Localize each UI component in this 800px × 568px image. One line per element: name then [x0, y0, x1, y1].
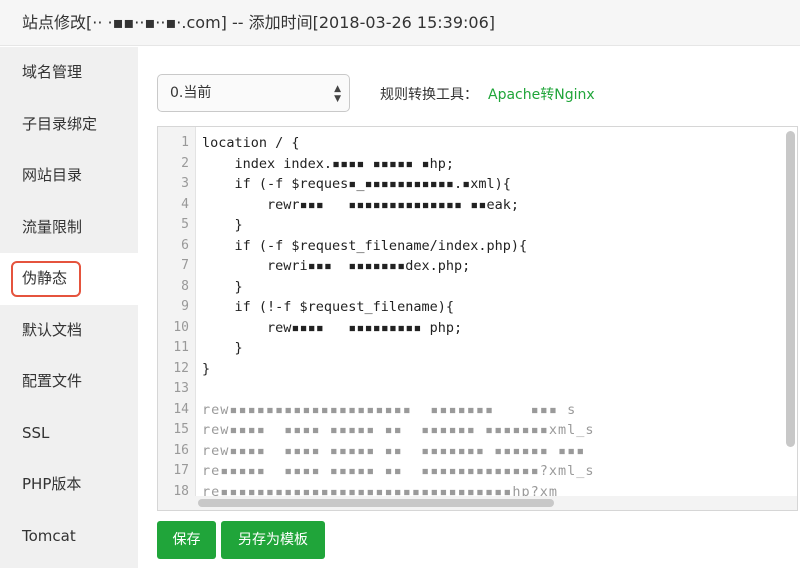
save-button[interactable]: 保存 — [157, 521, 216, 559]
code-editor[interactable]: 1 2 3 4 5 6 7 8 9 10 11 12 13 14 15 16 1… — [157, 126, 798, 511]
sidebar-item-subdir[interactable]: 子目录绑定 — [0, 99, 138, 151]
sidebar-item-domain[interactable]: 域名管理 — [0, 47, 138, 99]
line-number: 7 — [181, 258, 189, 273]
dialog-title: 站点修改[·· ·▪▪··▪··▪·.com] -- 添加时间[2018-03-… — [0, 0, 800, 46]
sidebar: 域名管理 子目录绑定 网站目录 流量限制 伪静态 默认文档 配置文件 SSL P… — [0, 47, 138, 568]
line-number: 5 — [181, 217, 189, 232]
sidebar-item-label: 默认文档 — [22, 320, 83, 339]
select-value: 0.当前 — [170, 85, 212, 101]
sidebar-item-label: 配置文件 — [22, 372, 83, 390]
code-line: if (-f $reques▪_▪▪▪▪▪▪▪▪▪▪▪.▪xml){ — [202, 176, 511, 192]
line-number: 6 — [181, 237, 189, 253]
highlight-box — [11, 261, 81, 297]
sidebar-item-label: 流量限制 — [22, 217, 83, 236]
line-number: 15 — [173, 422, 189, 437]
sidebar-item-default-doc[interactable]: 默认文档 — [0, 305, 138, 357]
converter-label: 规则转换工具： — [380, 87, 478, 103]
line-number: 4 — [181, 196, 189, 212]
code-line: if (-f $request_filename/index.php){ — [202, 237, 528, 254]
code-line: } — [202, 278, 243, 295]
line-number: 11 — [173, 340, 189, 355]
code-line: location / { — [202, 135, 300, 151]
line-number: 2 — [181, 155, 189, 171]
rewrite-rule-select[interactable]: 0.当前 ▲ ▼ — [157, 74, 350, 112]
sidebar-item-tomcat[interactable]: Tomcat — [0, 511, 138, 563]
line-number: 8 — [181, 278, 189, 294]
sidebar-item-site-dir[interactable]: 网站目录 — [0, 150, 138, 202]
sidebar-item-ssl[interactable]: SSL — [0, 408, 138, 460]
code-line: } — [202, 360, 211, 377]
save-as-template-button[interactable]: 另存为模板 — [221, 521, 325, 559]
code-line: re▪▪▪▪▪ ▪▪▪▪ ▪▪▪▪▪ ▪▪ ▪▪▪▪▪▪▪▪▪▪▪▪▪?xml_… — [202, 463, 595, 479]
line-number: 16 — [173, 442, 189, 458]
line-number: 1 — [181, 135, 189, 150]
sidebar-item-label: 网站目录 — [22, 166, 83, 184]
sidebar-item-traffic[interactable]: 流量限制 — [0, 202, 138, 254]
line-number: 12 — [173, 360, 189, 376]
code-content[interactable]: location / { index index.▪▪▪▪ ▪▪▪▪▪ ▪hp;… — [202, 133, 783, 502]
sidebar-item-label: 域名管理 — [22, 63, 83, 81]
sidebar-item-config[interactable]: 配置文件 — [0, 356, 138, 408]
sidebar-item-label: Tomcat — [22, 526, 76, 545]
sidebar-item-label: PHP版本 — [22, 475, 82, 493]
code-line: } — [202, 340, 243, 356]
line-number: 3 — [181, 176, 189, 191]
code-line: rewr▪▪▪ ▪▪▪▪▪▪▪▪▪▪▪▪▪▪ ▪▪eak; — [202, 196, 519, 213]
sidebar-item-php-version[interactable]: PHP版本 — [0, 459, 138, 511]
sidebar-item-rewrite[interactable]: 伪静态 — [0, 253, 138, 305]
code-line: rew▪▪▪▪ ▪▪▪▪ ▪▪▪▪▪ ▪▪ ▪▪▪▪▪▪▪ ▪▪▪▪▪▪ ▪▪▪ — [202, 442, 586, 459]
code-line: rew▪▪▪▪ ▪▪▪▪ ▪▪▪▪▪ ▪▪ ▪▪▪▪▪▪ ▪▪▪▪▪▪▪xml_… — [202, 422, 595, 438]
line-number: 9 — [181, 299, 189, 314]
code-line: rew▪▪▪▪▪▪▪▪▪▪▪▪▪▪▪▪▪▪▪▪ ▪▪▪▪▪▪▪ ▪▪▪ s — [202, 401, 577, 418]
line-number: 14 — [173, 401, 189, 417]
code-line: } — [202, 217, 243, 233]
line-number: 17 — [173, 463, 189, 478]
apache-to-nginx-link[interactable]: Apache转Nginx — [488, 84, 595, 104]
line-number-gutter: 1 2 3 4 5 6 7 8 9 10 11 12 13 14 15 16 1… — [158, 127, 196, 510]
code-line: if (!-f $request_filename){ — [202, 299, 454, 315]
chevron-updown-icon: ▲ ▼ — [334, 84, 341, 104]
horizontal-scrollbar[interactable] — [198, 499, 554, 507]
vertical-scrollbar[interactable] — [786, 131, 795, 447]
code-line: index index.▪▪▪▪ ▪▪▪▪▪ ▪hp; — [202, 155, 454, 172]
code-line: rewri▪▪▪ ▪▪▪▪▪▪▪dex.php; — [202, 258, 471, 274]
line-number: 13 — [173, 381, 189, 396]
code-line: rew▪▪▪▪ ▪▪▪▪▪▪▪▪▪ php; — [202, 319, 463, 336]
sidebar-item-label: SSL — [22, 423, 50, 442]
sidebar-item-label: 子目录绑定 — [22, 114, 98, 133]
line-number: 10 — [173, 319, 189, 335]
